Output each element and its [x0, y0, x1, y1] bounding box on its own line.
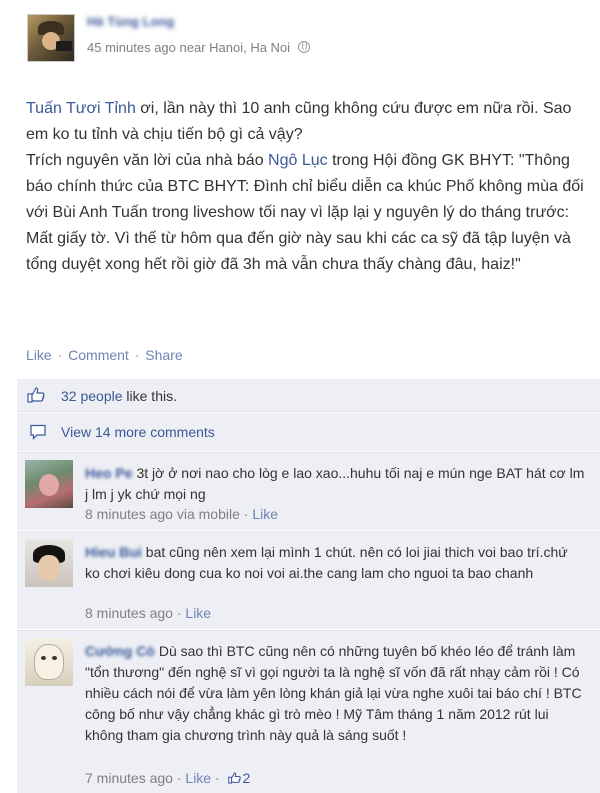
author-name[interactable]: Hà Tùng Long — [87, 14, 174, 29]
thumbs-up-icon — [227, 772, 241, 784]
comment-item: Hieu Bui bat cũng nên xem lại mình 1 chút… — [17, 531, 600, 629]
post-meta: 45 minutes ago near Hanoi, Ha Noi — [87, 40, 310, 55]
likes-rest: like this. — [122, 388, 177, 404]
commenter-name[interactable]: Hieu Bui — [85, 544, 142, 560]
post-header: Hà Tùng Long 45 minutes ago near Hanoi, … — [0, 0, 600, 80]
view-more-bar: View 14 more comments — [17, 413, 600, 451]
comment-bubble-icon — [30, 424, 46, 440]
mention-link[interactable]: Tuấn Tươi Tỉnh — [26, 100, 136, 117]
comment-like-count[interactable]: 2 — [243, 770, 251, 786]
comment-text: Dù sao thì BTC cũng nên có những tuyên b… — [85, 643, 582, 743]
thumbs-up-icon — [27, 387, 45, 403]
comment-body: Hieu Bui bat cũng nên xem lại mình 1 chút… — [85, 542, 585, 584]
avatar-head-shape — [34, 644, 64, 680]
comment-text: 3t jờ ở nơi nao cho lòg e lao xao...huhu… — [85, 465, 585, 502]
comment-time[interactable]: 8 minutes ago — [85, 605, 173, 621]
avatar-camera-shape — [56, 41, 72, 51]
comment-like-link[interactable]: Like — [252, 506, 278, 522]
comment-meta: 7 minutes ago · Like · 2 — [85, 770, 251, 786]
likes-summary: 32 people like this. — [17, 379, 600, 412]
mention-link[interactable]: Ngô Lục — [268, 152, 328, 169]
comment-time[interactable]: 8 minutes ago via mobile — [85, 506, 240, 522]
post-text: Trích nguyên văn lời của nhà báo — [26, 152, 269, 169]
comment-item: Heo Pe 3t jờ ở nơi nao cho lòg e lao xao.… — [17, 452, 600, 530]
comment-body: Heo Pe 3t jờ ở nơi nao cho lòg e lao xao.… — [85, 463, 585, 505]
avatar-eye-shape — [41, 656, 46, 660]
author-avatar[interactable] — [27, 14, 75, 62]
separator: · — [57, 347, 63, 363]
view-more-comments-link[interactable]: View 14 more comments — [61, 424, 215, 440]
likes-count-link[interactable]: 32 people — [61, 388, 123, 404]
commenter-avatar[interactable] — [25, 638, 73, 686]
post-time-location[interactable]: 45 minutes ago near Hanoi, Ha Noi — [87, 40, 290, 55]
comment-like-link[interactable]: Like — [185, 770, 211, 786]
commenter-avatar[interactable] — [25, 460, 73, 508]
likes-text: 32 people like this. — [61, 388, 177, 404]
comment-body: Cường Cò Dù sao thì BTC cũng nên có những… — [85, 641, 585, 746]
comment-text: bat cũng nên xem lại mình 1 chút. nên có… — [85, 544, 568, 581]
comment-meta: 8 minutes ago via mobile · Like — [85, 506, 279, 522]
commenter-name[interactable]: Cường Cò — [85, 643, 155, 659]
comment-like-link[interactable]: Like — [185, 605, 211, 621]
commenter-name[interactable]: Heo Pe — [85, 465, 132, 481]
globe-icon — [297, 41, 310, 53]
share-link[interactable]: Share — [145, 347, 182, 363]
comment-time[interactable]: 7 minutes ago — [85, 770, 173, 786]
post-text: trong Hội đồng GK BHYT: "Thông báo chính… — [26, 152, 584, 273]
post-actions: Like · Comment · Share — [26, 347, 183, 363]
commenter-avatar[interactable] — [25, 539, 73, 587]
comment-item: Cường Cò Dù sao thì BTC cũng nên có những… — [17, 630, 600, 793]
comment-link[interactable]: Comment — [68, 347, 129, 363]
avatar-face-shape — [38, 555, 60, 581]
avatar-figure-shape — [39, 474, 59, 496]
like-link[interactable]: Like — [26, 347, 52, 363]
separator: · — [134, 347, 140, 363]
comment-meta: 8 minutes ago · Like — [85, 605, 212, 621]
avatar-eye-shape — [52, 656, 57, 660]
post-body: Tuấn Tươi Tỉnh ơi, lần này thì 10 anh cũ… — [26, 96, 586, 278]
